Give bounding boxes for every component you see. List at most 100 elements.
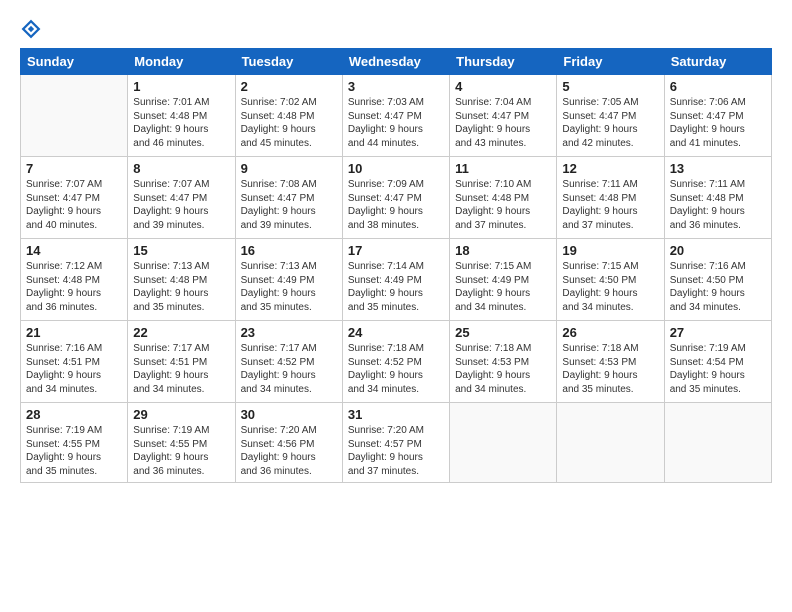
calendar-cell: 9 Sunrise: 7:08 AMSunset: 4:47 PMDaylight… — [235, 157, 342, 239]
day-info: Sunrise: 7:19 AMSunset: 4:54 PMDaylight:… — [670, 342, 766, 396]
calendar-cell: 8 Sunrise: 7:07 AMSunset: 4:47 PMDaylight… — [128, 157, 235, 239]
day-number: 4 — [455, 79, 551, 94]
day-info: Sunrise: 7:12 AMSunset: 4:48 PMDaylight:… — [26, 260, 122, 314]
day-number: 2 — [241, 79, 337, 94]
day-number: 13 — [670, 161, 766, 176]
day-info: Sunrise: 7:18 AMSunset: 4:53 PMDaylight:… — [455, 342, 551, 396]
day-number: 30 — [241, 407, 337, 422]
day-info: Sunrise: 7:11 AMSunset: 4:48 PMDaylight:… — [562, 178, 658, 232]
day-info: Sunrise: 7:13 AMSunset: 4:49 PMDaylight:… — [241, 260, 337, 314]
day-number: 25 — [455, 325, 551, 340]
weekday-header-saturday: Saturday — [664, 49, 771, 75]
day-number: 14 — [26, 243, 122, 258]
calendar-cell: 13 Sunrise: 7:11 AMSunset: 4:48 PMDayligh… — [664, 157, 771, 239]
day-info: Sunrise: 7:07 AMSunset: 4:47 PMDaylight:… — [133, 178, 229, 232]
day-info: Sunrise: 7:19 AMSunset: 4:55 PMDaylight:… — [133, 424, 229, 478]
calendar-cell: 25 Sunrise: 7:18 AMSunset: 4:53 PMDayligh… — [450, 321, 557, 403]
day-info: Sunrise: 7:20 AMSunset: 4:57 PMDaylight:… — [348, 424, 444, 478]
day-number: 31 — [348, 407, 444, 422]
day-number: 1 — [133, 79, 229, 94]
day-info: Sunrise: 7:02 AMSunset: 4:48 PMDaylight:… — [241, 96, 337, 150]
logo-icon — [20, 18, 42, 40]
day-number: 3 — [348, 79, 444, 94]
day-info: Sunrise: 7:06 AMSunset: 4:47 PMDaylight:… — [670, 96, 766, 150]
calendar-cell: 22Sunrise: 7:17 AMSunset: 4:51 PMDayligh… — [128, 321, 235, 403]
weekday-header-sunday: Sunday — [21, 49, 128, 75]
calendar-cell: 18 Sunrise: 7:15 AMSunset: 4:49 PMDayligh… — [450, 239, 557, 321]
day-number: 19 — [562, 243, 658, 258]
day-number: 9 — [241, 161, 337, 176]
logo — [20, 18, 46, 40]
calendar-cell: 6 Sunrise: 7:06 AMSunset: 4:47 PMDaylight… — [664, 75, 771, 157]
day-info: Sunrise: 7:11 AMSunset: 4:48 PMDaylight:… — [670, 178, 766, 232]
weekday-header-wednesday: Wednesday — [342, 49, 449, 75]
calendar-cell: 27 Sunrise: 7:19 AMSunset: 4:54 PMDayligh… — [664, 321, 771, 403]
day-info: Sunrise: 7:15 AMSunset: 4:49 PMDaylight:… — [455, 260, 551, 314]
weekday-header-tuesday: Tuesday — [235, 49, 342, 75]
day-info: Sunrise: 7:19 AMSunset: 4:55 PMDaylight:… — [26, 424, 122, 478]
calendar-cell: 10 Sunrise: 7:09 AMSunset: 4:47 PMDayligh… — [342, 157, 449, 239]
day-number: 29 — [133, 407, 229, 422]
calendar-cell: 7 Sunrise: 7:07 AMSunset: 4:47 PMDaylight… — [21, 157, 128, 239]
calendar-cell: 30 Sunrise: 7:20 AMSunset: 4:56 PMDayligh… — [235, 403, 342, 483]
day-info: Sunrise: 7:13 AMSunset: 4:48 PMDaylight:… — [133, 260, 229, 314]
calendar-cell — [664, 403, 771, 483]
calendar-cell: 21 Sunrise: 7:16 AMSunset: 4:51 PMDayligh… — [21, 321, 128, 403]
day-number: 6 — [670, 79, 766, 94]
day-number: 16 — [241, 243, 337, 258]
calendar-cell: 11Sunrise: 7:10 AMSunset: 4:48 PMDayligh… — [450, 157, 557, 239]
calendar-cell: 29 Sunrise: 7:19 AMSunset: 4:55 PMDayligh… — [128, 403, 235, 483]
calendar-cell: 24Sunrise: 7:18 AMSunset: 4:52 PMDayligh… — [342, 321, 449, 403]
day-number: 10 — [348, 161, 444, 176]
day-number: 17 — [348, 243, 444, 258]
day-info: Sunrise: 7:10 AMSunset: 4:48 PMDaylight:… — [455, 178, 551, 232]
day-info: Sunrise: 7:08 AMSunset: 4:47 PMDaylight:… — [241, 178, 337, 232]
day-info: Sunrise: 7:07 AMSunset: 4:47 PMDaylight:… — [26, 178, 122, 232]
day-info: Sunrise: 7:04 AMSunset: 4:47 PMDaylight:… — [455, 96, 551, 150]
day-info: Sunrise: 7:18 AMSunset: 4:52 PMDaylight:… — [348, 342, 444, 396]
day-info: Sunrise: 7:01 AMSunset: 4:48 PMDaylight:… — [133, 96, 229, 150]
day-number: 18 — [455, 243, 551, 258]
day-number: 12 — [562, 161, 658, 176]
calendar-cell: 12 Sunrise: 7:11 AMSunset: 4:48 PMDayligh… — [557, 157, 664, 239]
calendar-cell — [21, 75, 128, 157]
calendar-cell: 17Sunrise: 7:14 AMSunset: 4:49 PMDayligh… — [342, 239, 449, 321]
calendar-cell: 1 Sunrise: 7:01 AMSunset: 4:48 PMDaylight… — [128, 75, 235, 157]
day-info: Sunrise: 7:17 AMSunset: 4:51 PMDaylight:… — [133, 342, 229, 396]
day-info: Sunrise: 7:18 AMSunset: 4:53 PMDaylight:… — [562, 342, 658, 396]
day-info: Sunrise: 7:16 AMSunset: 4:50 PMDaylight:… — [670, 260, 766, 314]
day-number: 20 — [670, 243, 766, 258]
calendar-cell — [557, 403, 664, 483]
day-number: 21 — [26, 325, 122, 340]
day-info: Sunrise: 7:16 AMSunset: 4:51 PMDaylight:… — [26, 342, 122, 396]
day-info: Sunrise: 7:20 AMSunset: 4:56 PMDaylight:… — [241, 424, 337, 478]
calendar-cell: 5Sunrise: 7:05 AMSunset: 4:47 PMDaylight… — [557, 75, 664, 157]
day-number: 27 — [670, 325, 766, 340]
calendar-cell: 15 Sunrise: 7:13 AMSunset: 4:48 PMDayligh… — [128, 239, 235, 321]
calendar-cell: 20 Sunrise: 7:16 AMSunset: 4:50 PMDayligh… — [664, 239, 771, 321]
day-number: 28 — [26, 407, 122, 422]
calendar-cell: 2 Sunrise: 7:02 AMSunset: 4:48 PMDaylight… — [235, 75, 342, 157]
calendar-cell: 3 Sunrise: 7:03 AMSunset: 4:47 PMDaylight… — [342, 75, 449, 157]
day-info: Sunrise: 7:15 AMSunset: 4:50 PMDaylight:… — [562, 260, 658, 314]
day-number: 15 — [133, 243, 229, 258]
day-number: 26 — [562, 325, 658, 340]
calendar-cell: 31 Sunrise: 7:20 AMSunset: 4:57 PMDayligh… — [342, 403, 449, 483]
day-info: Sunrise: 7:03 AMSunset: 4:47 PMDaylight:… — [348, 96, 444, 150]
calendar-cell — [450, 403, 557, 483]
calendar-cell: 14 Sunrise: 7:12 AMSunset: 4:48 PMDayligh… — [21, 239, 128, 321]
day-info: Sunrise: 7:05 AMSunset: 4:47 PMDaylight:… — [562, 96, 658, 150]
day-number: 7 — [26, 161, 122, 176]
calendar-cell: 23Sunrise: 7:17 AMSunset: 4:52 PMDayligh… — [235, 321, 342, 403]
calendar: SundayMondayTuesdayWednesdayThursdayFrid… — [20, 48, 772, 483]
calendar-cell: 16 Sunrise: 7:13 AMSunset: 4:49 PMDayligh… — [235, 239, 342, 321]
day-info: Sunrise: 7:09 AMSunset: 4:47 PMDaylight:… — [348, 178, 444, 232]
weekday-header-thursday: Thursday — [450, 49, 557, 75]
weekday-header-friday: Friday — [557, 49, 664, 75]
calendar-cell: 19 Sunrise: 7:15 AMSunset: 4:50 PMDayligh… — [557, 239, 664, 321]
calendar-cell: 4 Sunrise: 7:04 AMSunset: 4:47 PMDaylight… — [450, 75, 557, 157]
calendar-cell: 28 Sunrise: 7:19 AMSunset: 4:55 PMDayligh… — [21, 403, 128, 483]
day-info: Sunrise: 7:17 AMSunset: 4:52 PMDaylight:… — [241, 342, 337, 396]
day-number: 8 — [133, 161, 229, 176]
weekday-header-monday: Monday — [128, 49, 235, 75]
